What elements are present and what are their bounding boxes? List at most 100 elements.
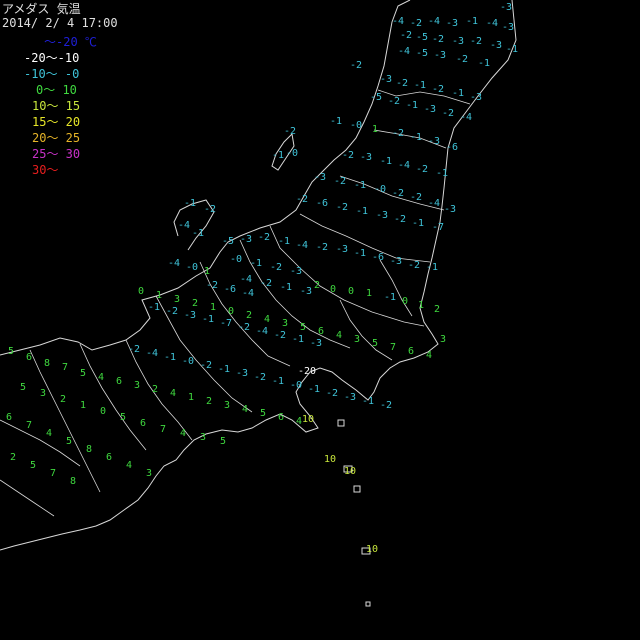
- border-15: [0, 479, 55, 517]
- station-temperature: -2: [254, 372, 266, 383]
- station-temperature: 8: [44, 358, 50, 369]
- station-temperature: -1: [184, 198, 196, 209]
- station-temperature: -2: [260, 278, 272, 289]
- station-temperature: -1: [354, 248, 366, 259]
- station-temperature: 1: [366, 288, 372, 299]
- station-temperature: -4: [398, 160, 410, 171]
- station-temperature: -2: [392, 128, 404, 139]
- station-temperature: -2: [166, 306, 178, 317]
- station-temperature: -6: [372, 252, 384, 263]
- station-temperature: -3: [446, 18, 458, 29]
- station-temperature: 5: [66, 436, 72, 447]
- station-temperature: 0: [138, 286, 144, 297]
- station-temperature: -2: [410, 192, 422, 203]
- coastline-izu-5: [365, 601, 371, 607]
- station-temperature: 3: [200, 432, 206, 443]
- station-temperature: -1: [406, 100, 418, 111]
- station-temperature: -4: [146, 348, 158, 359]
- map-datetime: 2014/ 2/ 4 17:00: [2, 16, 118, 30]
- station-temperature: 1: [156, 290, 162, 301]
- station-temperature: 7: [50, 468, 56, 479]
- station-temperature: -3: [344, 392, 356, 403]
- legend-row: 〜-20 ℃: [44, 35, 97, 49]
- station-temperature: 4: [264, 314, 270, 325]
- station-temperature: -2: [432, 84, 444, 95]
- station-temperature: -2: [296, 194, 308, 205]
- station-temperature: 5: [260, 408, 266, 419]
- station-temperature: -4: [242, 288, 254, 299]
- station-temperature: 6: [106, 452, 112, 463]
- station-temperature: 3: [146, 468, 152, 479]
- legend-row: 20〜 25: [32, 131, 81, 145]
- station-temperature: -3: [470, 92, 482, 103]
- station-temperature: -5: [416, 48, 428, 59]
- station-temperature: -3: [184, 310, 196, 321]
- station-temperature: -4: [398, 46, 410, 57]
- station-temperature: -1: [250, 258, 262, 269]
- station-temperature: -4: [428, 16, 440, 27]
- station-temperature: -1: [384, 292, 396, 303]
- station-temperature: -2: [128, 344, 140, 355]
- station-temperature: -6: [224, 284, 236, 295]
- station-temperature: 4: [126, 460, 132, 471]
- station-temperature: 4: [336, 330, 342, 341]
- station-temperature: -2: [410, 18, 422, 29]
- station-temperature: 1: [80, 400, 86, 411]
- station-temperature: -1: [356, 206, 368, 217]
- station-temperature: -2: [396, 78, 408, 89]
- station-temperature: 2: [10, 452, 16, 463]
- station-temperature: 3: [440, 334, 446, 345]
- station-temperature: 0: [228, 306, 234, 317]
- station-temperature: -2: [342, 150, 354, 161]
- station-temperature: -0: [350, 120, 362, 131]
- station-temperature: -3: [390, 256, 402, 267]
- station-temperature: 2: [192, 298, 198, 309]
- legend-row: 15〜 20: [32, 115, 81, 129]
- station-temperature: 4: [426, 350, 432, 361]
- station-temperature: -1: [466, 16, 478, 27]
- station-temperature: -2: [258, 232, 270, 243]
- station-temperature: 3: [224, 400, 230, 411]
- station-temperature: -4: [392, 16, 404, 27]
- legend-row: 10〜 15: [32, 99, 81, 113]
- station-temperature: -3: [240, 234, 252, 245]
- station-temperature: -1: [272, 150, 284, 161]
- station-temperature: 2: [434, 304, 440, 315]
- station-temperature: 4: [180, 428, 186, 439]
- station-temperature: -7: [432, 222, 444, 233]
- station-temperature: -2: [388, 96, 400, 107]
- station-temperature: 5: [120, 412, 126, 423]
- station-temperature: -2: [350, 60, 362, 71]
- station-temperature: -2: [392, 188, 404, 199]
- station-temperature: -3: [236, 368, 248, 379]
- station-temperature: -2: [326, 388, 338, 399]
- station-temperature: 1: [188, 392, 194, 403]
- station-temperature: 5: [300, 322, 306, 333]
- station-temperature: -1: [148, 302, 160, 313]
- station-temperature: -1: [436, 168, 448, 179]
- station-temperature: 2: [152, 384, 158, 395]
- station-temperature: 5: [8, 346, 14, 357]
- station-temperature: -6: [316, 198, 328, 209]
- station-temperature: -2: [336, 202, 348, 213]
- station-temperature: 1: [204, 266, 210, 277]
- station-temperature: -3: [380, 74, 392, 85]
- station-temperature: 5: [80, 368, 86, 379]
- station-temperature: 6: [318, 326, 324, 337]
- station-temperature: 1: [372, 124, 378, 135]
- station-temperature: 6: [408, 346, 414, 357]
- station-temperature: 2: [60, 394, 66, 405]
- station-temperature: 7: [26, 420, 32, 431]
- station-temperature: -0: [230, 254, 242, 265]
- station-temperature: -1: [414, 80, 426, 91]
- amedas-temperature-map: -3 -4 -2 -4 -3 -1 -4 -3 -2 -5 -2 -3 -2 -3 -1 -4 -5 -3 -2 -1…: [0, 0, 640, 640]
- station-temperature: -1: [330, 116, 342, 127]
- station-temperature: -1: [292, 334, 304, 345]
- station-temperature: -2: [284, 126, 296, 137]
- station-temperature: 2: [246, 310, 252, 321]
- station-temperature: -2: [394, 214, 406, 225]
- station-temperature: -2: [316, 242, 328, 253]
- station-temperature: -1: [362, 396, 374, 407]
- station-temperature: -1: [192, 228, 204, 239]
- legend-row: 25〜 30: [32, 147, 81, 161]
